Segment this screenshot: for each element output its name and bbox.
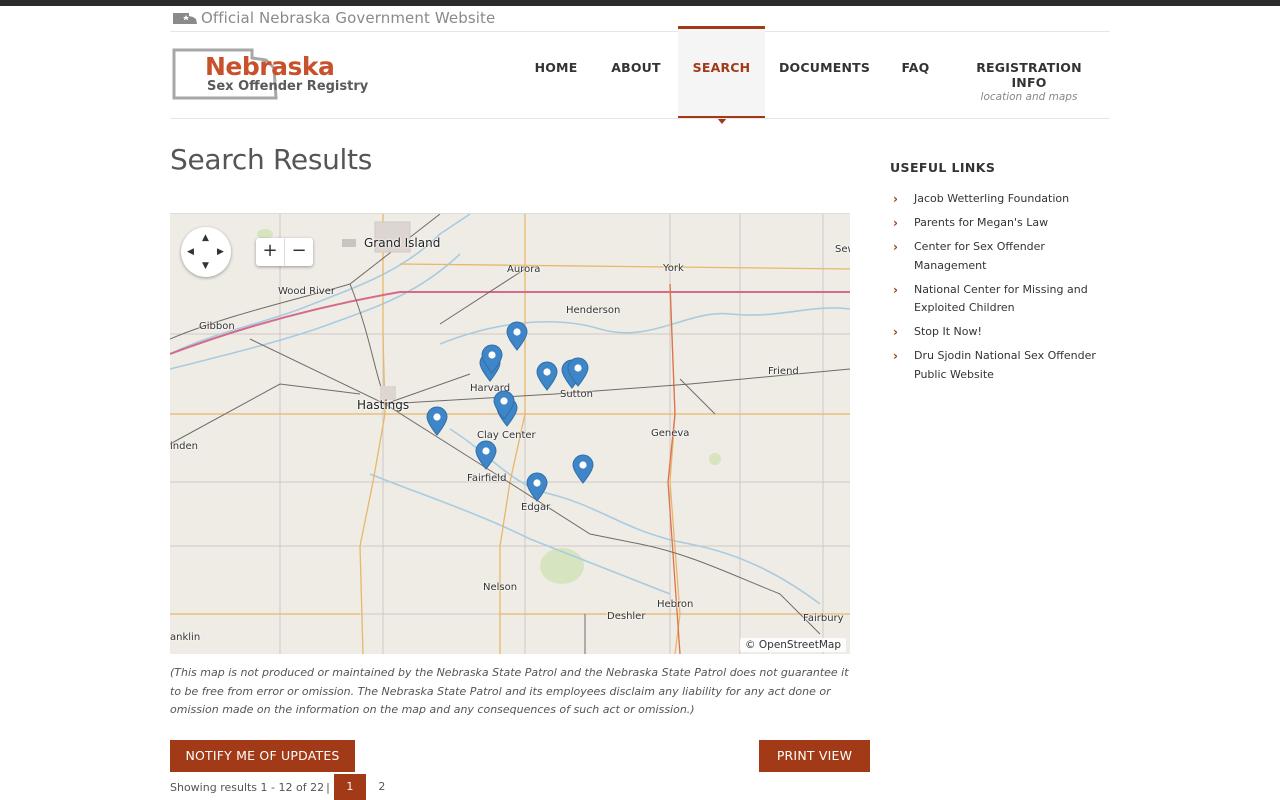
- useful-links-heading: USEFUL LINKS: [890, 160, 996, 175]
- map-marker-pin[interactable]: [572, 454, 594, 484]
- map-attribution[interactable]: © OpenStreetMap: [740, 638, 846, 652]
- pan-left-icon[interactable]: ◀: [187, 248, 194, 257]
- page-1-link[interactable]: 1: [333, 774, 366, 800]
- map-label-sutton: Sutton: [560, 389, 593, 400]
- useful-link-label: Dru Sjodin National Sex Offender Public …: [914, 349, 1096, 381]
- print-view-button[interactable]: PRINT VIEW: [759, 740, 870, 772]
- nebraska-state-icon: [172, 11, 198, 25]
- useful-link-label: Center for Sex Offender Management: [914, 240, 1045, 272]
- nav-documents[interactable]: DOCUMENTS: [776, 26, 873, 118]
- map-marker-pin[interactable]: [475, 440, 497, 470]
- map-label-sew: Sew: [835, 244, 850, 255]
- map-marker-pin[interactable]: [493, 390, 515, 420]
- map-label-gibbon: Gibbon: [199, 321, 235, 332]
- map-label-geneva: Geneva: [651, 428, 690, 439]
- map-marker-pin[interactable]: [567, 357, 589, 387]
- nav-about[interactable]: ABOUT: [605, 26, 667, 118]
- useful-link-csom[interactable]: › Center for Sex Offender Management: [890, 238, 1110, 275]
- useful-link-dru-sjodin[interactable]: › Dru Sjodin National Sex Offender Public…: [890, 347, 1110, 384]
- map-marker-pin[interactable]: [536, 361, 558, 391]
- map-label-friend: Friend: [768, 366, 799, 377]
- notify-updates-button[interactable]: NOTIFY ME OF UPDATES: [170, 740, 355, 772]
- official-site-banner[interactable]: Official Nebraska Government Website: [172, 9, 495, 27]
- page-title: Search Results: [170, 143, 372, 176]
- chevron-right-icon: ›: [893, 240, 898, 254]
- map-label-deshler: Deshler: [607, 611, 646, 622]
- nav-faq[interactable]: FAQ: [893, 26, 938, 118]
- chevron-right-icon: ›: [893, 216, 898, 230]
- top-bar: [0, 0, 1280, 6]
- map-pan-control[interactable]: ▲ ▼ ◀ ▶: [181, 227, 231, 277]
- map-label-aurora: Aurora: [507, 264, 541, 275]
- useful-link-megans-law[interactable]: › Parents for Megan's Law: [890, 214, 1110, 233]
- page-2-link[interactable]: 2: [366, 774, 398, 800]
- nav-about-label: ABOUT: [611, 60, 661, 75]
- map-label-franklin: anklin: [170, 632, 201, 643]
- nav-divider: [170, 118, 1110, 119]
- useful-link-label: Jacob Wetterling Foundation: [914, 192, 1070, 205]
- nav-search-label: SEARCH: [692, 60, 751, 75]
- map-label-fairbury: Fairbury: [803, 613, 844, 624]
- map-label-nelson: Nelson: [483, 582, 518, 593]
- chevron-right-icon: ›: [893, 192, 898, 206]
- nav-registration-label: REGISTRATION INFO: [976, 60, 1082, 90]
- chevron-right-icon: ›: [893, 349, 898, 363]
- pan-down-icon[interactable]: ▼: [202, 262, 209, 271]
- logo-title: Nebraska: [205, 52, 335, 81]
- useful-link-jacob-wetterling[interactable]: › Jacob Wetterling Foundation: [890, 190, 1110, 209]
- nav-home-label: HOME: [534, 60, 578, 75]
- map-label-grand-island: Grand Island: [364, 236, 441, 250]
- map-marker-pin[interactable]: [426, 406, 448, 436]
- map-label-edgar: Edgar: [521, 502, 551, 513]
- map-label-wood-river: Wood River: [278, 286, 335, 297]
- map-marker-pin[interactable]: [481, 344, 503, 374]
- map-label-minden: inden: [170, 441, 198, 452]
- map-label-hastings: Hastings: [357, 398, 410, 412]
- pan-right-icon[interactable]: ▶: [217, 248, 224, 257]
- logo-subtitle: Sex Offender Registry: [207, 79, 369, 94]
- map-label-hebron: Hebron: [657, 599, 694, 610]
- useful-link-label: National Center for Missing and Exploite…: [914, 282, 1088, 315]
- zoom-in-button[interactable]: +: [256, 238, 285, 266]
- nav-registration-sublabel: location and maps: [980, 91, 1078, 103]
- pan-up-icon[interactable]: ▲: [202, 234, 209, 243]
- nav-faq-label: FAQ: [901, 60, 930, 75]
- official-site-text: Official Nebraska Government Website: [201, 9, 496, 27]
- map-marker-pin[interactable]: [506, 321, 528, 351]
- map-label-fairfield: Fairfield: [467, 473, 507, 484]
- results-map[interactable]: Grand Island Aurora York Sew Wood River …: [170, 213, 850, 654]
- map-label-york: York: [663, 263, 684, 274]
- pagination: Showing results 1 - 12 of 22 | 1 2: [170, 774, 398, 800]
- useful-links-list: › Jacob Wetterling Foundation › Parents fo…: [890, 190, 1110, 390]
- nav-registration-info[interactable]: REGISTRATION INFO location and maps: [958, 26, 1100, 118]
- useful-link-label: Stop It Now!: [914, 325, 982, 338]
- results-count: Showing results 1 - 12 of 22: [170, 780, 325, 794]
- chevron-right-icon: ›: [893, 325, 898, 339]
- map-marker-pin[interactable]: [526, 472, 548, 502]
- useful-link-ncmec[interactable]: › National Center for Missing and Exploit…: [890, 281, 1110, 318]
- site-logo[interactable]: Nebraska Sex Offender Registry: [172, 46, 368, 102]
- nav-search[interactable]: SEARCH: [678, 26, 765, 124]
- useful-link-stop-it-now[interactable]: › Stop It Now!: [890, 323, 1110, 342]
- nav-home[interactable]: HOME: [527, 26, 585, 118]
- nav-documents-label: DOCUMENTS: [778, 60, 871, 75]
- pagination-separator: |: [326, 780, 330, 794]
- map-zoom-control: + −: [256, 238, 313, 266]
- zoom-out-button[interactable]: −: [285, 238, 313, 266]
- map-label-henderson: Henderson: [566, 305, 621, 316]
- map-disclaimer: (This map is not produced or maintained …: [170, 666, 849, 716]
- chevron-right-icon: ›: [893, 282, 898, 297]
- useful-link-label: Parents for Megan's Law: [914, 216, 1049, 229]
